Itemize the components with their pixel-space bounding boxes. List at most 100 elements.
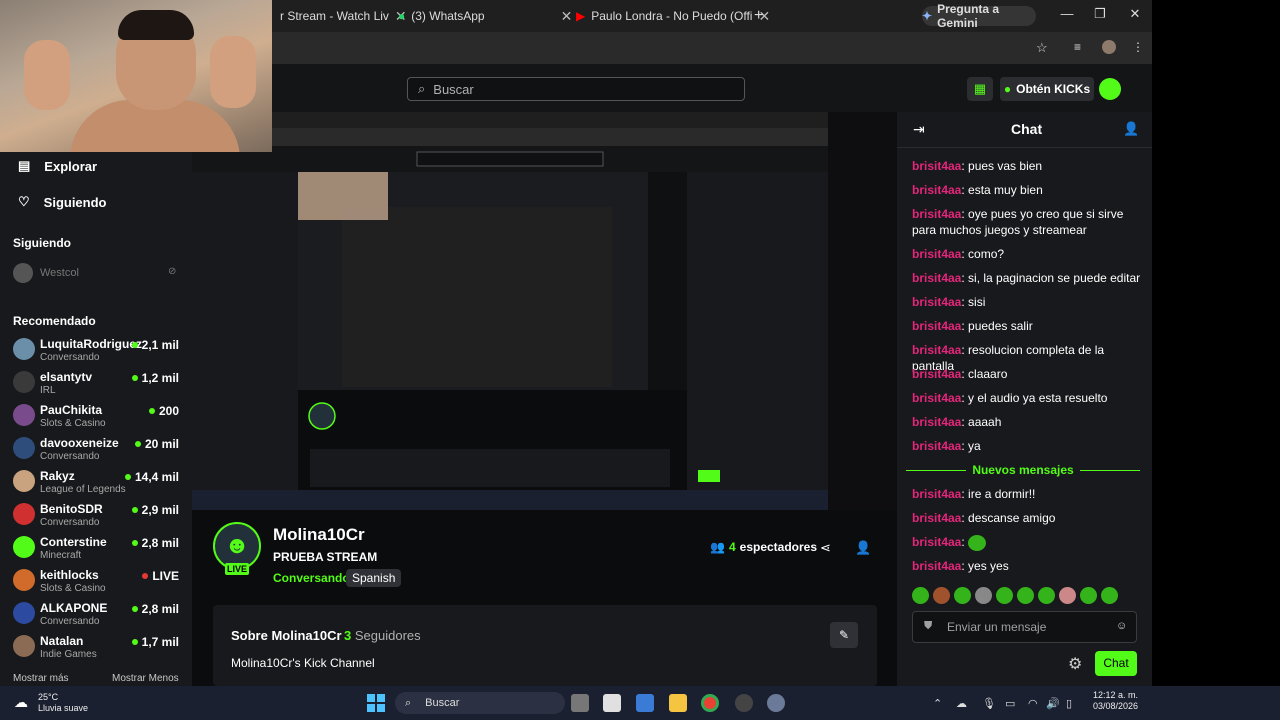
- tab-whatsapp[interactable]: ● (3) WhatsApp ✕: [390, 4, 580, 28]
- chat-username[interactable]: brisit4aa: [912, 207, 961, 221]
- chat-username[interactable]: brisit4aa: [912, 415, 961, 429]
- emote[interactable]: [1101, 587, 1118, 604]
- live-indicator-icon: [131, 540, 138, 546]
- emote[interactable]: [933, 587, 950, 604]
- clock[interactable]: 12:12 a. m. 03/08/2026: [1090, 690, 1138, 712]
- get-kicks-button[interactable]: ● Obtén KICKs: [1000, 77, 1094, 101]
- recommended-channel[interactable]: BenitoSDR Conversando 2,9 mil: [13, 499, 185, 529]
- show-less-link[interactable]: Mostrar Menos: [112, 673, 179, 684]
- chevron-up-icon[interactable]: ⌃: [933, 697, 942, 710]
- recommended-channel[interactable]: ALKAPONE Conversando 2,8 mil: [13, 598, 185, 628]
- profile-avatar[interactable]: [1102, 40, 1116, 54]
- channel-name: Conterstine: [40, 535, 107, 549]
- stream-category[interactable]: Conversando: [273, 571, 350, 585]
- chat-users-icon[interactable]: 👤: [1123, 121, 1139, 137]
- obs-icon[interactable]: [735, 694, 753, 712]
- wifi-icon[interactable]: ◠: [1028, 697, 1038, 710]
- emote[interactable]: [1080, 587, 1097, 604]
- recommended-channel[interactable]: Rakyz League of Legends 14,4 mil: [13, 466, 185, 496]
- chat-username[interactable]: brisit4aa: [912, 159, 961, 173]
- taskbar-search-label: Buscar: [425, 697, 460, 709]
- store-app-icon[interactable]: [603, 694, 621, 712]
- new-tab-button[interactable]: +: [746, 4, 771, 28]
- recommended-channel[interactable]: LuquitaRodriguez Conversando 2,1 mil: [13, 334, 185, 364]
- channel-name: keithlocks: [40, 568, 99, 582]
- chat-message: brisit4aa:: [912, 534, 1144, 551]
- windows-start-icon[interactable]: [367, 694, 385, 712]
- gemini-icon: ✦: [922, 9, 933, 23]
- settings-app-icon[interactable]: [767, 694, 785, 712]
- chat-username[interactable]: brisit4aa: [912, 391, 961, 405]
- emote[interactable]: [1017, 587, 1034, 604]
- chat-username[interactable]: brisit4aa: [912, 367, 961, 381]
- chrome-icon[interactable]: [701, 694, 719, 712]
- chat-username[interactable]: brisit4aa: [912, 271, 961, 285]
- chat-username[interactable]: brisit4aa: [912, 295, 961, 309]
- chat-username[interactable]: brisit4aa: [912, 535, 961, 549]
- emote[interactable]: [1059, 587, 1076, 604]
- emote[interactable]: [912, 587, 929, 604]
- chat-username[interactable]: brisit4aa: [912, 487, 961, 501]
- channel-name: davooxeneize: [40, 436, 119, 450]
- chat-username[interactable]: brisit4aa: [912, 247, 961, 261]
- folder-icon[interactable]: [669, 694, 687, 712]
- emote[interactable]: [996, 587, 1013, 604]
- minimize-icon[interactable]: —: [1052, 6, 1082, 21]
- live-indicator-icon: [142, 573, 149, 579]
- user-avatar[interactable]: [1099, 78, 1121, 100]
- channel-name[interactable]: Molina10Cr: [273, 525, 365, 545]
- recommended-channel[interactable]: Natalan Indie Games 1,7 mil: [13, 631, 185, 661]
- chat-input[interactable]: ⛊ Enviar un mensaje ☺: [912, 611, 1137, 643]
- chat-username[interactable]: brisit4aa: [912, 511, 961, 525]
- recommended-channel[interactable]: davooxeneize Conversando 20 mil: [13, 433, 185, 463]
- follow-user-icon[interactable]: 👤: [855, 540, 871, 556]
- viewer-count: 2,8 mil: [131, 536, 179, 550]
- viewer-count-text: 20 mil: [144, 437, 179, 451]
- volume-icon[interactable]: 🔊: [1046, 697, 1060, 710]
- emote[interactable]: [1038, 587, 1055, 604]
- channel-category: IRL: [40, 385, 56, 396]
- chat-username[interactable]: brisit4aa: [912, 319, 961, 333]
- task-view-icon[interactable]: [571, 694, 589, 712]
- recommended-channel[interactable]: PauChikita Slots & Casino 200: [13, 400, 185, 430]
- store-icon[interactable]: ▦: [967, 77, 993, 101]
- gear-icon[interactable]: ⚙: [1068, 654, 1082, 674]
- recommended-channel[interactable]: keithlocks Slots & Casino LIVE: [13, 565, 185, 595]
- chat-text: puedes salir: [968, 319, 1033, 333]
- chat-username[interactable]: brisit4aa: [912, 343, 961, 357]
- divider-line: [906, 469, 967, 471]
- show-more-link[interactable]: Mostrar más: [13, 673, 69, 684]
- collapse-chat-icon[interactable]: ⇥: [913, 121, 925, 138]
- battery-icon[interactable]: ▯: [1066, 697, 1072, 710]
- chat-username[interactable]: brisit4aa: [912, 439, 961, 453]
- menu-dots-icon[interactable]: ⋮: [1132, 40, 1144, 54]
- edit-pencil-icon[interactable]: ✎: [830, 622, 858, 648]
- recommended-channel[interactable]: elsantytv IRL 1,2 mil: [13, 367, 185, 397]
- gemini-button[interactable]: ✦ Pregunta a Gemini: [922, 2, 1036, 30]
- emote[interactable]: [954, 587, 971, 604]
- emoji-icon[interactable]: ☺: [1116, 620, 1127, 632]
- bookmark-star-icon[interactable]: ☆: [1036, 40, 1048, 56]
- nav-following[interactable]: ♡ Siguiendo: [18, 194, 107, 210]
- microphone-icon[interactable]: 🎙: [982, 697, 996, 710]
- search-input[interactable]: ⌕ Buscar: [407, 77, 745, 101]
- following-channel[interactable]: Westcol ⊘: [13, 263, 185, 283]
- language-tag[interactable]: Spanish: [346, 569, 402, 587]
- chat-send-button[interactable]: Chat: [1095, 651, 1137, 676]
- onedrive-icon[interactable]: ☁: [956, 697, 967, 710]
- emote[interactable]: [975, 587, 992, 604]
- chat-username[interactable]: brisit4aa: [912, 559, 961, 573]
- close-window-icon[interactable]: ✕: [1120, 6, 1150, 22]
- avatar: [13, 371, 35, 393]
- offline-icon: ⊘: [168, 266, 177, 277]
- channel-category: Conversando: [40, 517, 100, 528]
- taskbar-search[interactable]: ⌕ Buscar: [395, 692, 565, 714]
- maximize-icon[interactable]: ❐: [1085, 6, 1115, 22]
- share-icon[interactable]: ⋖: [820, 540, 831, 556]
- chat-username[interactable]: brisit4aa: [912, 183, 961, 197]
- display-icon[interactable]: ▭: [1005, 697, 1015, 710]
- media-icon[interactable]: ≡: [1074, 40, 1081, 54]
- recommended-channel[interactable]: Conterstine Minecraft 2,8 mil: [13, 532, 185, 562]
- nav-explore[interactable]: ▤ Explorar: [18, 158, 97, 174]
- calculator-icon[interactable]: [636, 694, 654, 712]
